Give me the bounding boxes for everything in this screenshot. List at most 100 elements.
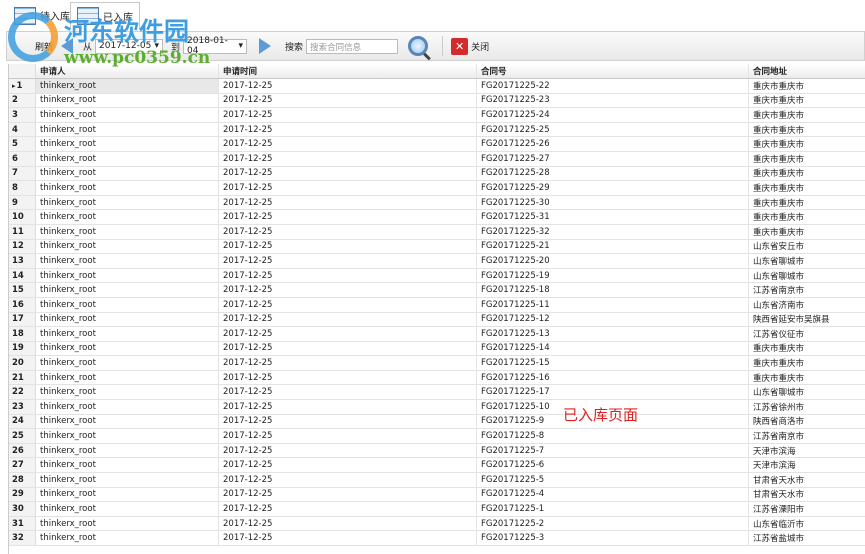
applicant-cell[interactable]: thinkerx_root [36,93,219,108]
contract-no-cell[interactable]: FG20171225-13 [477,327,749,341]
applicant-cell[interactable]: thinkerx_root [36,531,219,545]
applicant-cell[interactable]: thinkerx_root [36,385,219,400]
contract-no-cell[interactable]: FG20171225-19 [477,268,749,283]
applicant-cell[interactable]: thinkerx_root [36,487,219,502]
contract-no-cell[interactable]: FG20171225-14 [477,341,749,356]
address-cell[interactable]: 山东省临沂市 [749,517,865,531]
date-cell[interactable]: 2017-12-25 [219,458,477,473]
date-cell[interactable]: 2017-12-25 [219,473,477,487]
contract-no-cell[interactable]: FG20171225-20 [477,254,749,268]
table-row[interactable]: 8 thinkerx_root 2017-12-25 FG20171225-29 重庆市… [9,181,865,196]
applicant-cell[interactable]: thinkerx_root [36,195,219,210]
date-cell[interactable]: 2017-12-25 [219,195,477,210]
address-cell[interactable]: 重庆市重庆市 [749,94,865,108]
contract-no-cell[interactable]: FG20171225-4 [477,487,749,502]
table-row[interactable]: 4 thinkerx_root 2017-12-25 FG20171225-25 重庆市… [9,122,865,138]
contract-no-cell[interactable]: FG20171225-3 [477,531,749,545]
date-cell[interactable]: 2017-12-25 [219,502,477,516]
table-row[interactable]: 25 thinkerx_root 2017-12-25 FG20171225-8 江苏省… [9,429,865,444]
date-cell[interactable]: 2017-12-25 [219,385,477,400]
date-cell[interactable]: 2017-12-25 [219,531,477,545]
prev-arrow-icon[interactable] [61,38,74,54]
table-row[interactable]: 3 thinkerx_root 2017-12-25 FG20171225-24 重庆市… [9,108,865,123]
address-cell[interactable]: 重庆市重庆市 [749,356,865,370]
address-cell[interactable]: 陕西省商洛市 [749,415,865,429]
table-row[interactable]: 12 thinkerx_root 2017-12-25 FG20171225-21 山东… [9,239,865,255]
applicant-cell[interactable]: thinkerx_root [36,370,219,385]
contract-no-cell[interactable]: FG20171225-25 [477,122,749,137]
search-icon[interactable] [408,36,429,56]
contract-no-cell[interactable]: FG20171225-1 [477,502,749,516]
contract-no-cell[interactable]: FG20171225-15 [477,356,749,370]
column-header-contract-no[interactable]: 合同号 [477,64,749,78]
date-cell[interactable]: 2017-12-25 [219,341,477,356]
contract-no-cell[interactable]: FG20171225-23 [477,93,749,108]
address-cell[interactable]: 山东省安丘市 [749,240,865,254]
date-cell[interactable]: 2017-12-25 [219,122,477,137]
applicant-cell[interactable]: thinkerx_root [36,254,219,268]
address-cell[interactable]: 重庆市重庆市 [749,152,865,166]
address-cell[interactable]: 天津市滨海 [749,458,865,472]
address-cell[interactable]: 重庆市重庆市 [749,371,865,385]
applicant-cell[interactable]: thinkerx_root [36,502,219,516]
applicant-cell[interactable]: thinkerx_root [36,297,219,312]
contract-no-cell[interactable]: FG20171225-22 [477,79,749,93]
applicant-cell[interactable]: thinkerx_root [36,79,219,93]
column-header-address[interactable]: 合同地址 [749,64,865,78]
date-cell[interactable]: 2017-12-25 [219,297,477,312]
contract-no-cell[interactable]: FG20171225-2 [477,516,749,531]
contract-no-cell[interactable]: FG20171225-24 [477,108,749,122]
applicant-cell[interactable]: thinkerx_root [36,458,219,473]
applicant-cell[interactable]: thinkerx_root [36,137,219,151]
address-cell[interactable]: 甘肃省天水市 [749,488,865,502]
address-cell[interactable]: 重庆市重庆市 [749,196,865,210]
date-cell[interactable]: 2017-12-25 [219,487,477,502]
contract-no-cell[interactable]: FG20171225-12 [477,312,749,327]
table-row[interactable]: 14 thinkerx_root 2017-12-25 FG20171225-19 山东… [9,268,865,284]
table-row[interactable]: 27 thinkerx_root 2017-12-25 FG20171225-6 天津市… [9,458,865,474]
address-cell[interactable]: 江苏省南京市 [749,283,865,297]
contract-no-cell[interactable]: FG20171225-21 [477,239,749,254]
address-cell[interactable]: 山东省济南市 [749,298,865,312]
contract-no-cell[interactable]: FG20171225-16 [477,370,749,385]
applicant-cell[interactable]: thinkerx_root [36,210,219,224]
address-cell[interactable]: 山东省聊城市 [749,269,865,283]
refresh-button[interactable]: 刷新 [35,40,53,53]
date-cell[interactable]: 2017-12-25 [219,356,477,370]
address-cell[interactable]: 江苏省仪征市 [749,327,865,341]
table-row[interactable]: 23 thinkerx_root 2017-12-25 FG20171225-10 江苏… [9,400,865,415]
table-row[interactable]: 9 thinkerx_root 2017-12-25 FG20171225-30 重庆市… [9,195,865,211]
address-cell[interactable]: 重庆市重庆市 [749,137,865,151]
table-row[interactable]: 19 thinkerx_root 2017-12-25 FG20171225-14 重庆… [9,341,865,357]
address-cell[interactable]: 江苏省徐州市 [749,400,865,414]
table-row[interactable]: 22 thinkerx_root 2017-12-25 FG20171225-17 山东… [9,385,865,401]
column-header-applicant[interactable]: 申请人 [36,64,219,78]
contract-no-cell[interactable]: FG20171225-28 [477,166,749,181]
table-row[interactable]: 11 thinkerx_root 2017-12-25 FG20171225-32 重庆… [9,224,865,240]
contract-no-cell[interactable]: FG20171225-7 [477,443,749,458]
date-cell[interactable]: 2017-12-25 [219,181,477,195]
table-row[interactable]: 31 thinkerx_root 2017-12-25 FG20171225-2 山东省… [9,516,865,532]
contract-no-cell[interactable]: FG20171225-30 [477,195,749,210]
table-row[interactable]: 21 thinkerx_root 2017-12-25 FG20171225-16 重庆… [9,370,865,386]
applicant-cell[interactable]: thinkerx_root [36,268,219,283]
date-cell[interactable]: 2017-12-25 [219,166,477,181]
address-cell[interactable]: 重庆市重庆市 [749,123,865,137]
contract-no-cell[interactable]: FG20171225-17 [477,385,749,400]
table-row[interactable]: 32 thinkerx_root 2017-12-25 FG20171225-3 江苏省… [9,531,865,546]
table-row[interactable]: 16 thinkerx_root 2017-12-25 FG20171225-11 山东… [9,297,865,313]
table-row[interactable]: 26 thinkerx_root 2017-12-25 FG20171225-7 天津市… [9,443,865,459]
from-date-picker[interactable]: 2017-12-05 ▾ [95,38,164,54]
contract-no-cell[interactable]: FG20171225-11 [477,297,749,312]
table-row[interactable]: 28 thinkerx_root 2017-12-25 FG20171225-5 甘肃省… [9,473,865,488]
date-cell[interactable]: 2017-12-25 [219,224,477,239]
address-cell[interactable]: 重庆市重庆市 [749,108,865,122]
table-row[interactable]: 13 thinkerx_root 2017-12-25 FG20171225-20 山东… [9,254,865,269]
close-button[interactable]: ✕ 关闭 [451,37,489,55]
address-cell[interactable]: 甘肃省天水市 [749,473,865,487]
applicant-cell[interactable]: thinkerx_root [36,516,219,531]
applicant-cell[interactable]: thinkerx_root [36,473,219,487]
applicant-cell[interactable]: thinkerx_root [36,400,219,414]
date-cell[interactable]: 2017-12-25 [219,93,477,108]
applicant-cell[interactable]: thinkerx_root [36,443,219,458]
